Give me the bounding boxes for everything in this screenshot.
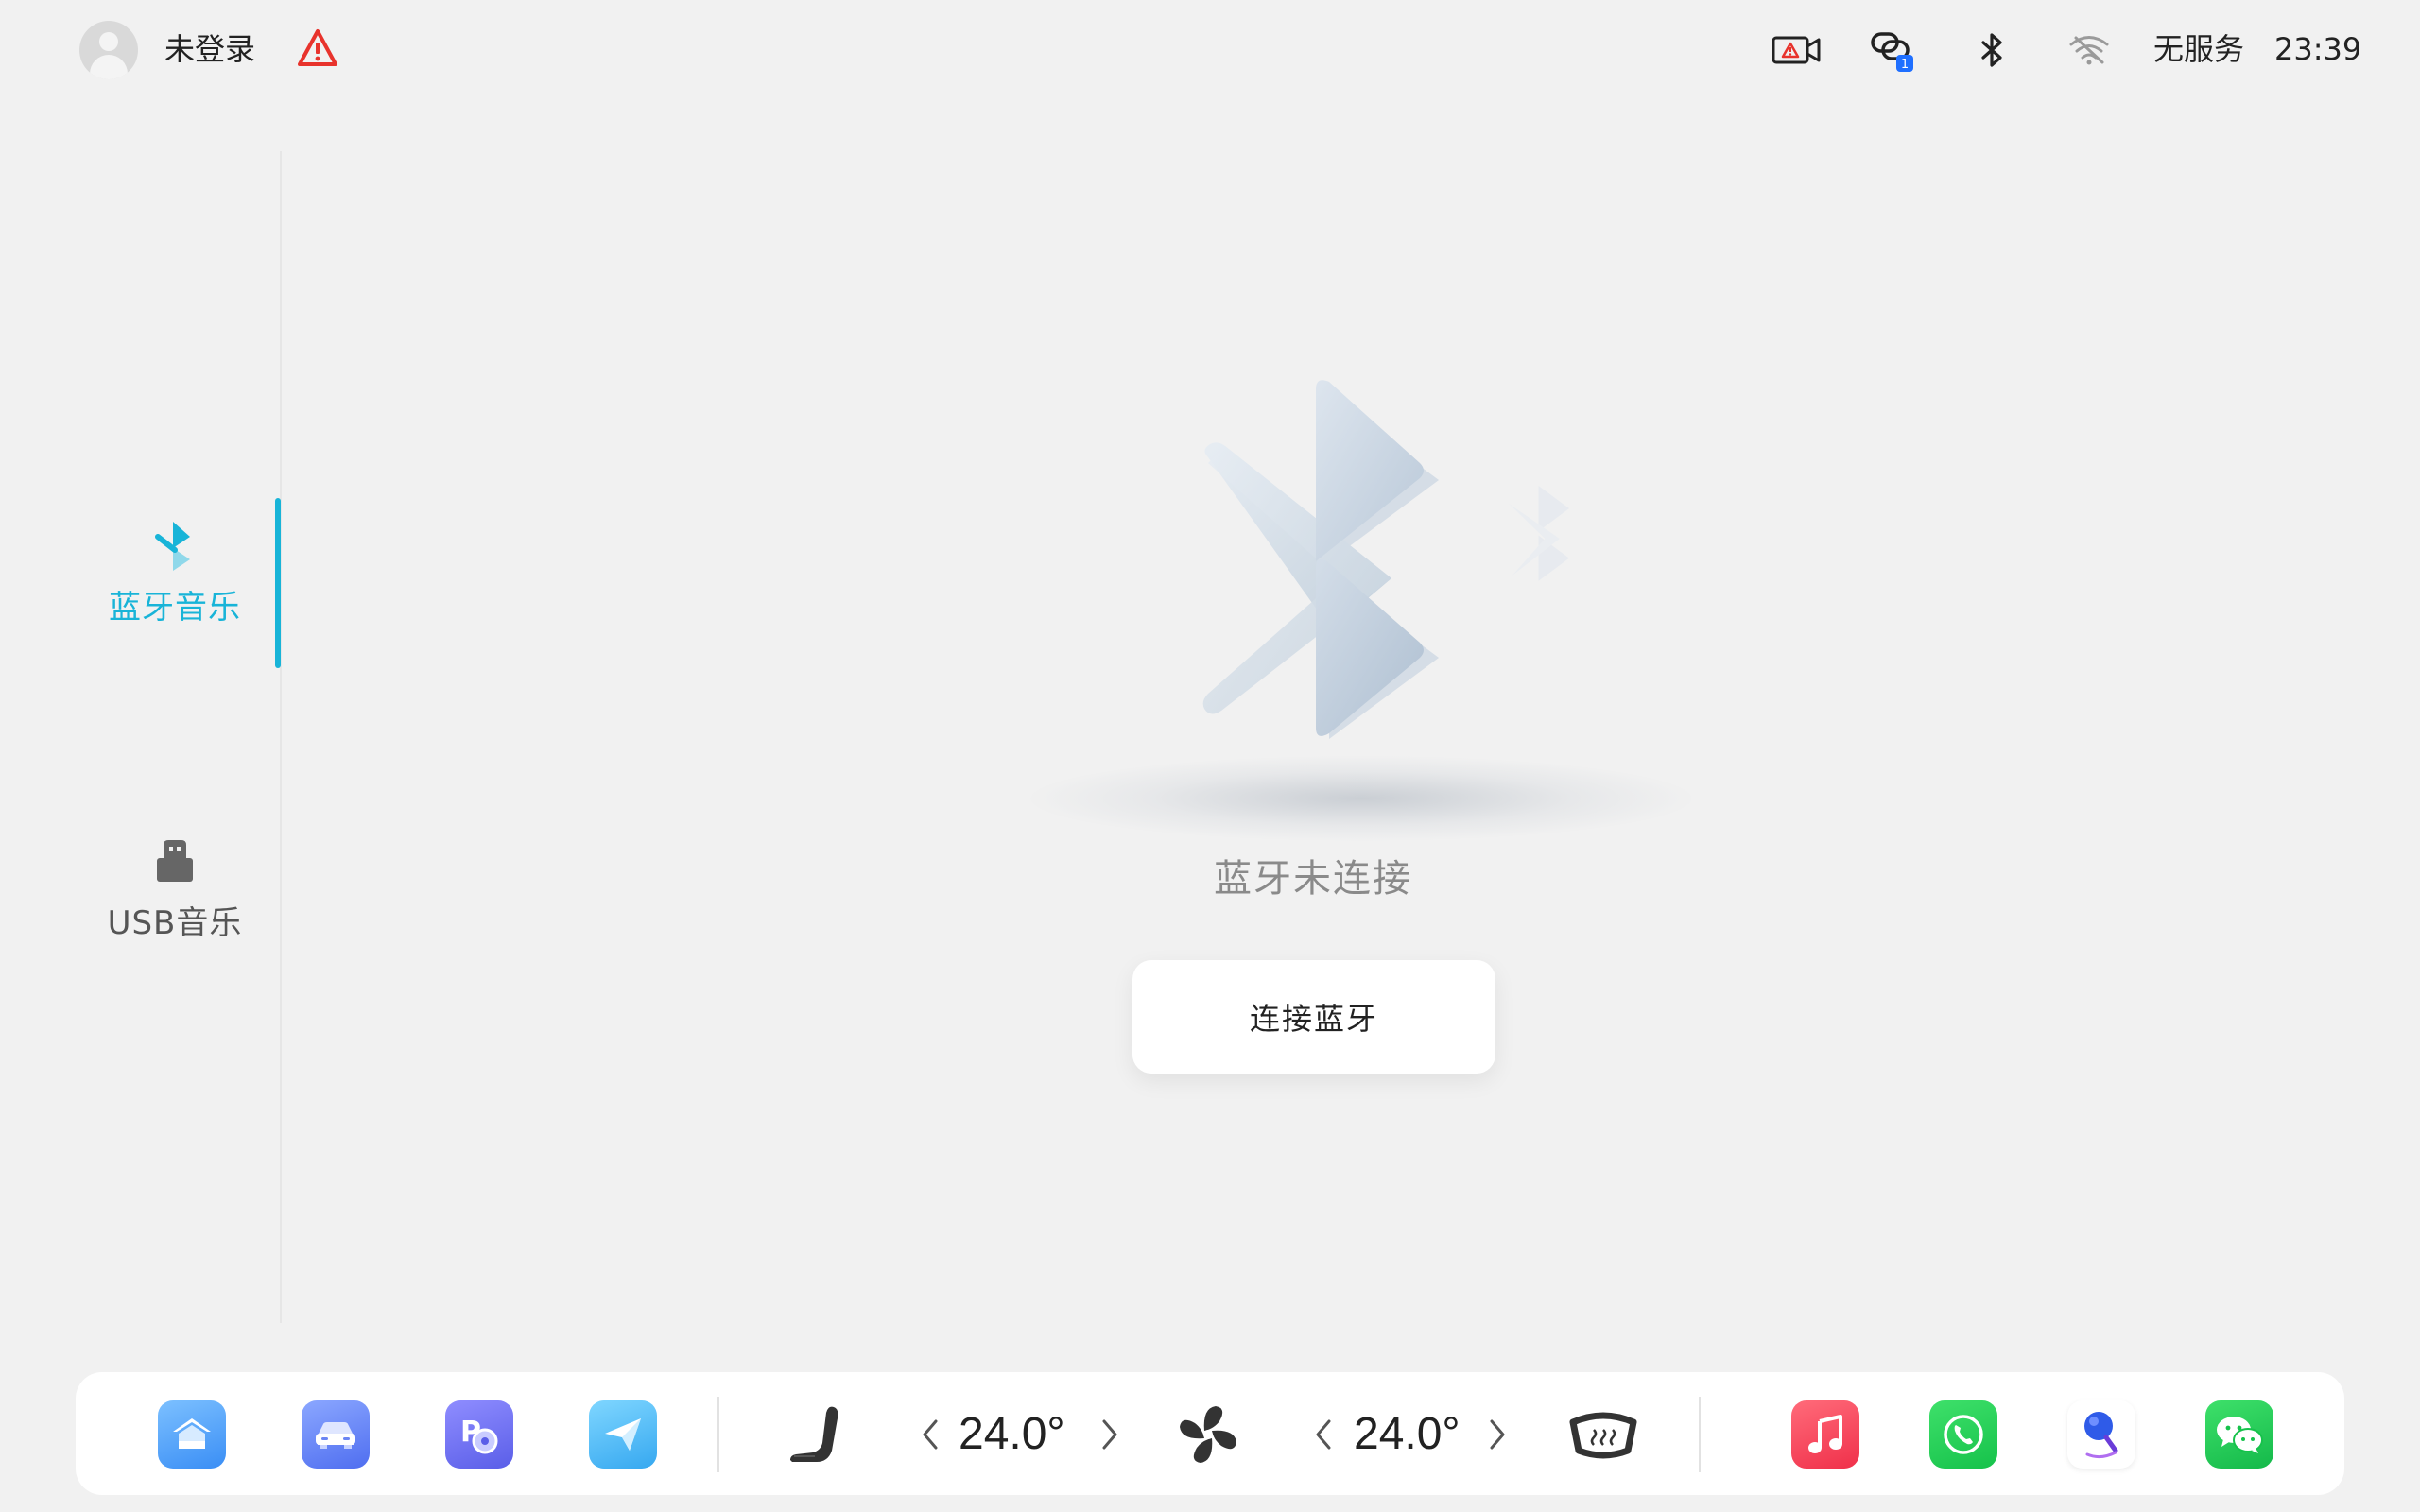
- navigation-app-icon[interactable]: [589, 1400, 657, 1469]
- sidebar-item-label: 蓝牙音乐: [109, 589, 241, 627]
- passenger-temp-decrease-button[interactable]: [1305, 1408, 1342, 1461]
- voice-assistant-app-icon[interactable]: [2067, 1400, 2135, 1469]
- driver-temperature: 24.0°: [959, 1409, 1065, 1459]
- dock-divider: [717, 1397, 719, 1472]
- login-status[interactable]: 未登录: [164, 28, 255, 70]
- illustration-shadow: [1030, 756, 1692, 841]
- parking-app-icon[interactable]: P: [445, 1400, 513, 1469]
- status-bar: 未登录 1 无服务 23:39: [0, 0, 2420, 104]
- music-app-icon[interactable]: [1791, 1400, 1859, 1469]
- passenger-temp-increase-button[interactable]: [1478, 1408, 1516, 1461]
- rear-defrost-icon[interactable]: [1567, 1399, 1639, 1470]
- link-badge-count: 1: [1901, 58, 1909, 72]
- bluetooth-music-icon: [152, 518, 198, 573]
- driver-temp-increase-button[interactable]: [1091, 1408, 1129, 1461]
- sidebar-item-label: USB音乐: [107, 904, 243, 942]
- bluetooth-disconnected-text: 蓝牙未连接: [1214, 857, 1412, 901]
- bluetooth-illustration: [1202, 380, 1570, 739]
- clock: 23:39: [2274, 31, 2362, 67]
- wechat-app-icon[interactable]: [2205, 1400, 2273, 1469]
- vehicle-app-icon[interactable]: [302, 1400, 370, 1469]
- connect-bluetooth-button[interactable]: 连接蓝牙: [1132, 960, 1495, 1074]
- service-status: 无服务: [2153, 31, 2245, 67]
- phone-app-icon[interactable]: [1929, 1400, 1997, 1469]
- seat-icon[interactable]: [779, 1399, 851, 1470]
- driver-temp-decrease-button[interactable]: [911, 1408, 949, 1461]
- dock-divider: [1699, 1397, 1701, 1472]
- passenger-temperature: 24.0°: [1354, 1409, 1461, 1459]
- dashcam-warning-icon[interactable]: [1772, 28, 1821, 72]
- bluetooth-icon[interactable]: [1974, 28, 2012, 72]
- dock-bar: P 24.0° 24.0°: [76, 1372, 2344, 1495]
- active-tab-indicator: [275, 498, 281, 668]
- sidebar-divider: [280, 151, 282, 1323]
- home-app-icon[interactable]: [158, 1400, 226, 1469]
- avatar[interactable]: [79, 21, 138, 79]
- wifi-off-icon[interactable]: [2066, 28, 2112, 72]
- warning-icon[interactable]: [297, 28, 338, 68]
- sidebar-item-bluetooth-music[interactable]: 蓝牙音乐: [76, 518, 274, 660]
- phone-link-icon[interactable]: 1: [1870, 28, 1917, 72]
- fan-icon[interactable]: [1172, 1399, 1244, 1470]
